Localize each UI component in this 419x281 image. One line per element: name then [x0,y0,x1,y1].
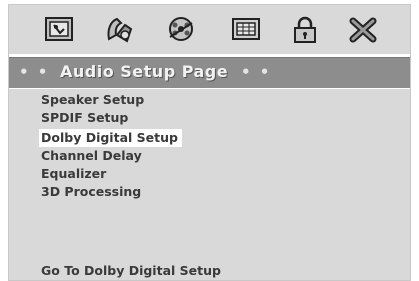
menu-item-equalizer[interactable]: Equalizer [39,165,182,183]
setup-toolbar [9,5,410,53]
audio-setup-screen: • • Audio Setup Page • • Speaker Setup S… [8,4,411,281]
title-dots-right: • • [241,63,272,81]
menu-item-spdif-setup[interactable]: SPDIF Setup [39,109,182,127]
page-title-bar: • • Audio Setup Page • • [9,57,410,89]
exit-icon[interactable] [346,15,380,45]
password-lock-icon[interactable] [288,15,322,45]
status-hint: Go To Dolby Digital Setup [41,263,221,278]
audio-setup-icon[interactable] [103,15,137,45]
audio-setup-menu: Speaker Setup SPDIF Setup Dolby Digital … [39,91,182,201]
menu-item-3d-processing[interactable]: 3D Processing [39,183,182,201]
general-setup-icon[interactable] [42,15,76,45]
title-dots-left: • • [19,63,50,81]
page-title: Audio Setup Page [60,62,229,81]
menu-item-speaker-setup[interactable]: Speaker Setup [39,91,182,109]
menu-item-channel-delay[interactable]: Channel Delay [39,147,182,165]
preference-icon[interactable] [229,15,263,45]
menu-item-dolby-digital-setup[interactable]: Dolby Digital Setup [39,129,182,147]
video-setup-icon[interactable] [164,15,198,45]
